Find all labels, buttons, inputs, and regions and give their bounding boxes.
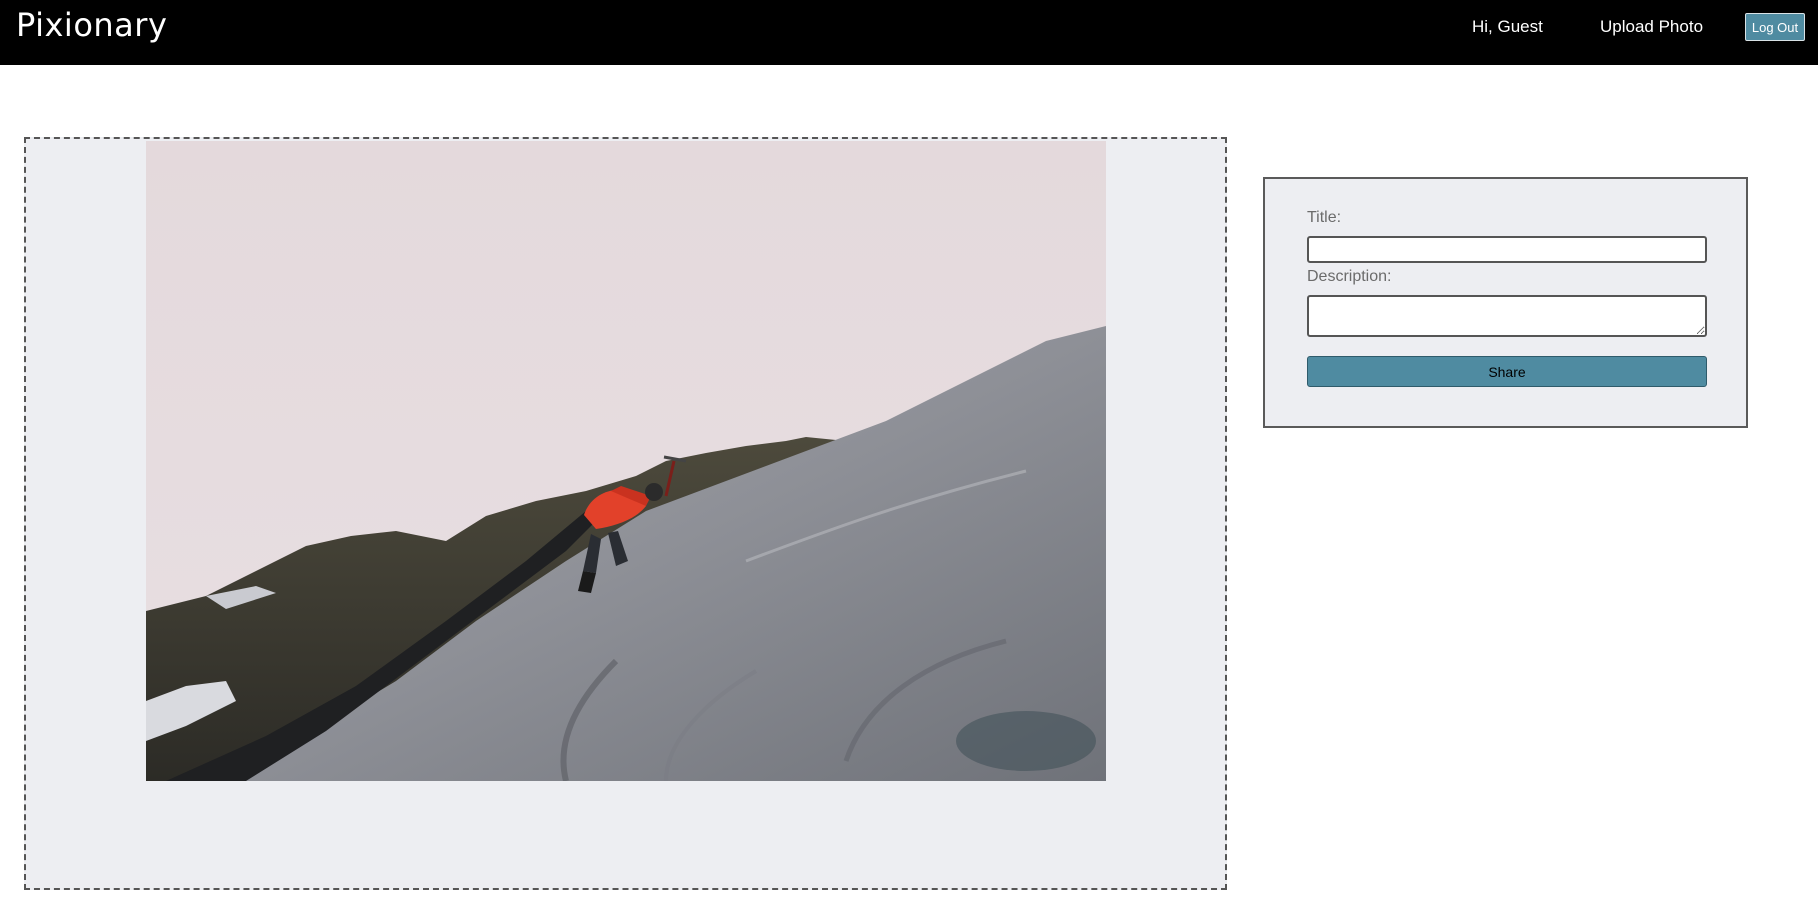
photo-image <box>146 141 1106 781</box>
user-greeting: Hi, Guest <box>1472 17 1543 36</box>
uploaded-photo <box>146 141 1106 781</box>
top-navbar: Pixionary Hi, Guest Upload Photo Log Out <box>0 0 1818 65</box>
title-label: Title: <box>1307 209 1342 226</box>
description-label: Description: <box>1307 268 1392 285</box>
logout-button[interactable]: Log Out <box>1745 13 1805 41</box>
photo-drop-area[interactable] <box>24 137 1227 890</box>
brand-logo[interactable]: Pixionary <box>16 6 167 44</box>
photo-details-form: Title: Description: Share <box>1263 177 1748 428</box>
title-input[interactable] <box>1307 236 1707 263</box>
upload-photo-link[interactable]: Upload Photo <box>1600 17 1703 37</box>
share-button[interactable]: Share <box>1307 356 1707 387</box>
description-textarea[interactable] <box>1307 295 1707 337</box>
